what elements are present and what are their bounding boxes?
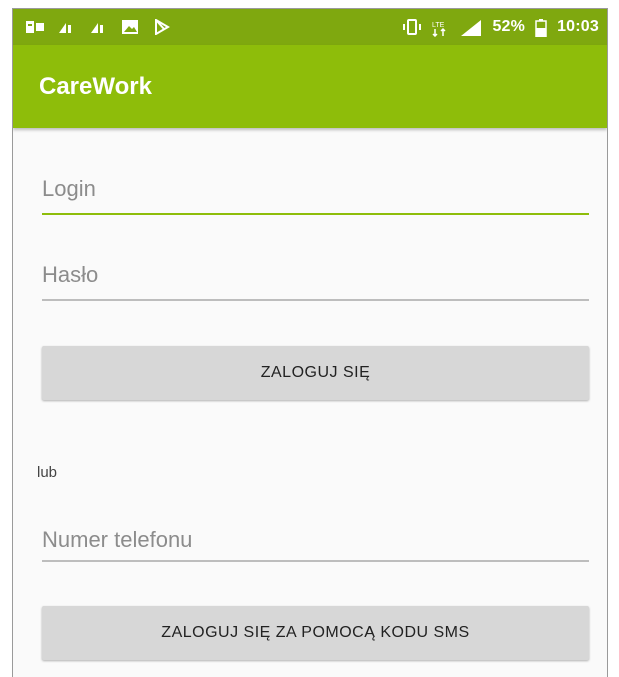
- lte-icon: LTE: [430, 19, 450, 37]
- login-underline: [42, 213, 589, 215]
- app-bar: CareWork: [13, 45, 607, 128]
- sms-login-button[interactable]: ZALOGUJ SIĘ ZA POMOCĄ KODU SMS: [42, 606, 589, 660]
- status-bar: LTE 52% 10:03: [13, 9, 607, 45]
- login-form: ZALOGUJ SIĘ lub ZALOGUJ SIĘ ZA POMOCĄ KO…: [13, 128, 607, 677]
- cell-signal-icon: [460, 19, 482, 36]
- lte-label: LTE: [432, 22, 445, 29]
- phone-underline: [42, 560, 589, 562]
- battery-percent: 52%: [492, 18, 526, 35]
- status-right-icons: LTE 52% 10:03: [402, 18, 599, 37]
- signal-icon: [89, 19, 107, 35]
- play-store-icon: [153, 19, 171, 35]
- vibrate-icon: [402, 19, 422, 35]
- phone-screen: LTE 52% 10:03 CareWork ZALOGUJ SIĘ lub: [12, 8, 608, 677]
- signal-icon: [57, 19, 75, 35]
- separator-text: lub: [37, 464, 58, 481]
- login-button[interactable]: ZALOGUJ SIĘ: [42, 346, 589, 400]
- status-left-icons: [25, 19, 171, 35]
- message-icon: [25, 19, 44, 35]
- phone-input[interactable]: [42, 521, 589, 561]
- clock: 10:03: [557, 18, 599, 35]
- app-title: CareWork: [39, 72, 152, 100]
- login-input[interactable]: [42, 170, 589, 210]
- password-input[interactable]: [42, 256, 589, 296]
- password-underline: [42, 299, 589, 301]
- battery-icon: [535, 19, 547, 37]
- image-icon: [121, 19, 139, 35]
